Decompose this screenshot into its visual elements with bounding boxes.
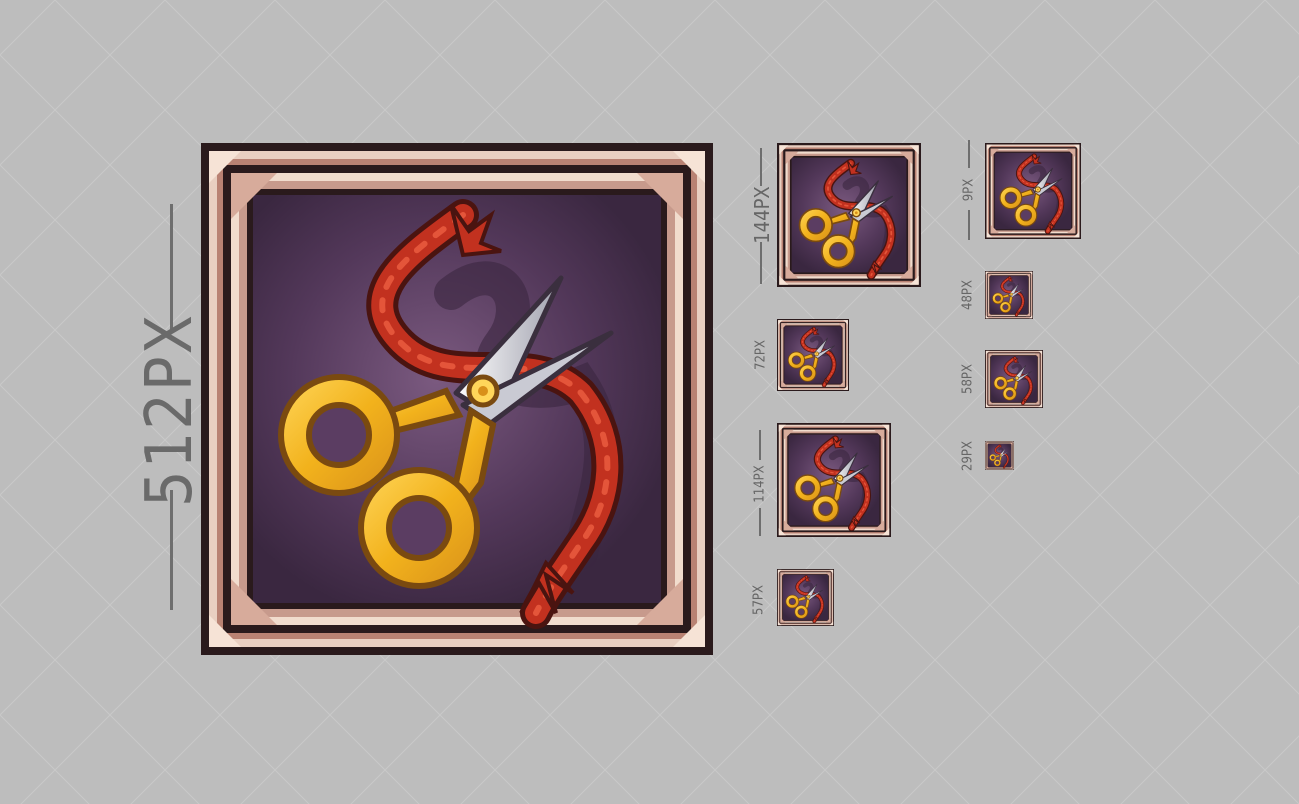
app-icon-144 — [777, 143, 921, 287]
app-icon-29 — [985, 441, 1014, 470]
size-marker-line-top — [170, 204, 173, 329]
size-label-57: 57PX — [751, 585, 767, 615]
size-label-114: 114PX — [752, 465, 768, 503]
size-label-9: 9PX — [961, 178, 977, 202]
size-marker-line — [759, 430, 761, 460]
size-label-72: 72PX — [753, 340, 769, 370]
size-marker-line — [968, 140, 970, 168]
size-label-144: 144PX — [750, 186, 774, 244]
size-marker-line — [968, 210, 970, 240]
app-icon-9 — [985, 143, 1081, 239]
size-label-29: 29PX — [960, 441, 976, 471]
app-icon-48 — [985, 271, 1033, 319]
app-icon-512 — [201, 143, 713, 655]
size-marker-line — [760, 148, 762, 186]
size-marker-line — [759, 508, 761, 536]
size-marker-line — [760, 242, 762, 284]
size-marker-line-bottom — [170, 490, 173, 610]
app-icon-114 — [777, 423, 891, 537]
app-icon-58 — [985, 350, 1043, 408]
size-label-58: 58PX — [960, 364, 976, 394]
app-icon-72 — [777, 319, 849, 391]
size-label-512: 512PX — [133, 312, 207, 508]
size-label-48: 48PX — [960, 280, 976, 310]
app-icon-57 — [777, 569, 834, 626]
